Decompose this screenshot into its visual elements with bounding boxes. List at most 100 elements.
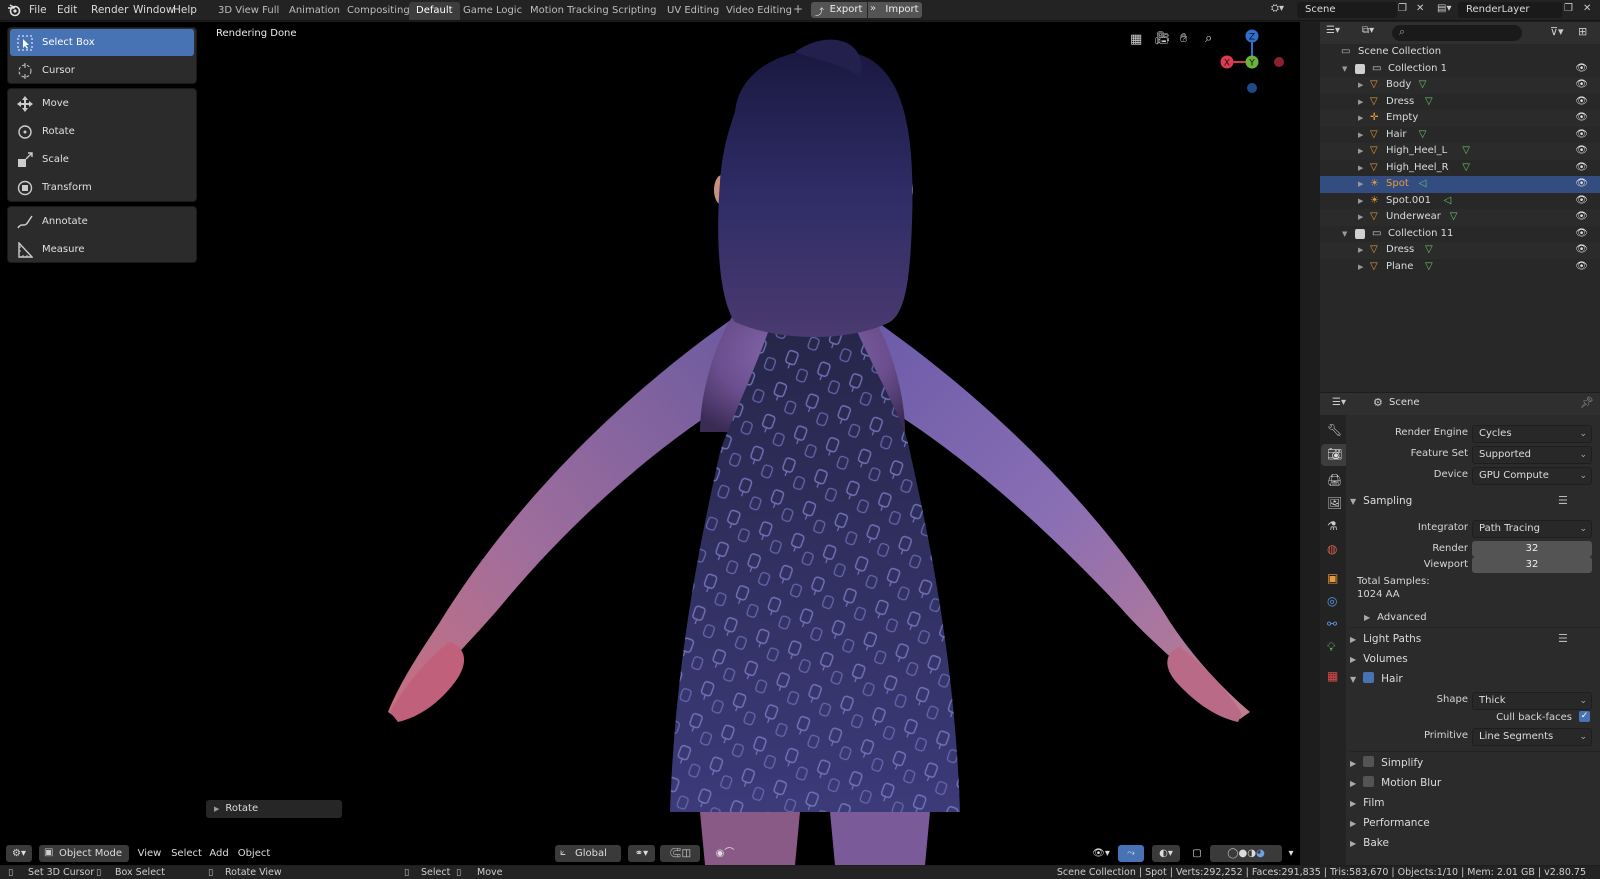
outliner-object-row[interactable]: ▶ ▽ Plane ▽ 👁︎: [1320, 259, 1600, 276]
view-layer-tab-icon[interactable]: 🖼︎: [1327, 496, 1342, 510]
tool-transform[interactable]: Transform: [10, 174, 194, 201]
visibility-selectability-icon[interactable]: 👁︎▾: [1087, 845, 1115, 862]
outliner-object-row[interactable]: ▶ ▽ Body ▽ 👁︎: [1320, 77, 1600, 94]
volumes-panel-header[interactable]: ▶ Volumes: [1350, 649, 1590, 669]
visibility-eye-icon[interactable]: 👁︎: [1575, 110, 1588, 127]
pan-view-hand-icon[interactable]: ✋︎: [1180, 31, 1187, 46]
expand-arrow-icon[interactable]: ▶: [1358, 77, 1363, 94]
display-mode-icon[interactable]: ⧉▾: [1362, 25, 1374, 36]
object-tab-icon[interactable]: ▣: [1327, 571, 1338, 585]
outliner-collection-row[interactable]: ▼ ▭ Collection 1 👁︎: [1320, 61, 1600, 78]
visibility-eye-icon[interactable]: 👁︎: [1575, 77, 1588, 94]
outliner-object-row[interactable]: ▶ ☀ Spot ◁ 👁︎: [1320, 176, 1600, 193]
menu-help[interactable]: Help: [173, 3, 197, 18]
tool-move[interactable]: Move: [10, 90, 194, 117]
tool-scale[interactable]: Scale: [10, 146, 194, 173]
toggle-camera-view-grid-icon[interactable]: ▦: [1130, 32, 1142, 47]
add-workspace-button[interactable]: +: [793, 2, 803, 17]
visibility-eye-icon[interactable]: 👁︎: [1575, 143, 1588, 160]
menu-add[interactable]: Add: [208, 845, 230, 862]
tool-rotate[interactable]: Rotate: [10, 118, 194, 145]
blender-logo-icon[interactable]: [7, 3, 21, 17]
expand-arrow-icon[interactable]: ▶: [1358, 94, 1363, 111]
expand-arrow-icon[interactable]: ▼: [1342, 61, 1347, 78]
menu-select[interactable]: Select: [170, 845, 203, 862]
outliner-collection-row[interactable]: ▼ ▭ Collection 11 👁︎: [1320, 226, 1600, 243]
tab-scripting[interactable]: Scripting: [605, 2, 663, 20]
tab-compositing[interactable]: Compositing: [340, 2, 417, 20]
view-layer-delete-icon[interactable]: ✕: [1583, 3, 1591, 14]
gizmo-neg-x-axis[interactable]: [1274, 57, 1284, 67]
tool-cursor[interactable]: Cursor: [10, 57, 194, 84]
outliner-object-row[interactable]: ▶ ▽ Dress ▽ 👁︎: [1320, 94, 1600, 111]
visibility-eye-icon[interactable]: 👁︎: [1575, 127, 1588, 144]
tool-tab-icon[interactable]: 🔧︎: [1327, 423, 1342, 437]
visibility-eye-icon[interactable]: 👁︎: [1575, 160, 1588, 177]
scene-browse-icon[interactable]: ⛭▾: [1271, 3, 1295, 18]
scene-tab-icon[interactable]: ⚗︎: [1327, 519, 1338, 533]
simplify-checkbox[interactable]: [1363, 756, 1375, 767]
visibility-eye-icon[interactable]: 👁︎: [1575, 94, 1588, 111]
tab-animation[interactable]: Animation: [282, 2, 347, 20]
viewport-samples-field[interactable]: 32: [1472, 557, 1592, 573]
outliner-object-row[interactable]: ▶ ▽ High_Heel_L ▽ 👁︎: [1320, 143, 1600, 160]
presets-list-icon[interactable]: ☰: [1558, 494, 1568, 507]
mesh-data-icon[interactable]: ▽: [1425, 242, 1433, 259]
mesh-data-icon[interactable]: ▽: [1450, 209, 1458, 226]
render-samples-field[interactable]: 32: [1472, 541, 1592, 557]
expand-arrow-icon[interactable]: ▼: [1342, 226, 1347, 243]
hair-shape-dropdown[interactable]: Thick ⌄: [1472, 692, 1592, 710]
properties-editor-type-icon[interactable]: ☰▾: [1332, 397, 1346, 408]
tab-video-editing[interactable]: Video Editing: [719, 2, 799, 20]
tool-select-box[interactable]: Select Box: [10, 29, 194, 56]
expand-arrow-icon[interactable]: ▶: [1358, 110, 1363, 127]
view-layer-field[interactable]: RenderLayer: [1458, 2, 1562, 18]
visibility-eye-icon[interactable]: 👁︎: [1575, 61, 1588, 78]
tool-annotate[interactable]: Annotate: [10, 208, 194, 235]
menu-object[interactable]: Object: [236, 845, 272, 862]
tab-uv-editing[interactable]: UV Editing: [660, 2, 726, 20]
outliner-search-input[interactable]: ⌕: [1392, 25, 1522, 41]
collection-checkbox[interactable]: [1355, 228, 1365, 239]
zoom-view-icon[interactable]: ⌕: [1205, 31, 1212, 46]
filter-icon[interactable]: ⊽▾: [1550, 25, 1564, 38]
pivot-point-icon[interactable]: ⚭▾: [628, 845, 655, 862]
outliner-object-row[interactable]: ▶ ▽ Dress ▽ 👁︎: [1320, 242, 1600, 259]
show-overlays-icon[interactable]: ◐▾: [1152, 845, 1180, 862]
simplify-panel-header[interactable]: ▶ Simplify: [1350, 753, 1590, 773]
wireframe-shading-icon[interactable]: ◯: [1227, 848, 1238, 859]
mesh-data-icon[interactable]: ▽: [1419, 127, 1427, 144]
sampling-panel-header[interactable]: ▼ Sampling: [1350, 491, 1590, 511]
outliner-object-row[interactable]: ▶ ✛ Empty 👁︎: [1320, 110, 1600, 127]
mesh-data-icon[interactable]: ▽: [1425, 259, 1433, 276]
editor-type-icon[interactable]: ⚙▾: [6, 845, 32, 862]
show-gizmo-icon[interactable]: ⤳: [1118, 845, 1144, 862]
navigation-gizmo[interactable]: Z X Y: [1218, 27, 1288, 97]
menu-render[interactable]: Render: [91, 3, 128, 18]
texture-tab-icon[interactable]: ▦: [1327, 669, 1338, 683]
tab-game-logic[interactable]: Game Logic: [456, 2, 529, 20]
expand-arrow-icon[interactable]: ▶: [1358, 209, 1363, 226]
outliner-object-row[interactable]: ▶ ▽ Hair ▽ 👁︎: [1320, 127, 1600, 144]
tab-motion-tracking[interactable]: Motion Tracking: [523, 2, 616, 20]
menu-view[interactable]: View: [135, 845, 164, 862]
outliner-object-row[interactable]: ▶ ☀ Spot.001 ◁ 👁︎: [1320, 193, 1600, 210]
material-shading-icon[interactable]: ◑: [1247, 848, 1256, 859]
motion-blur-panel-header[interactable]: ▶ Motion Blur: [1350, 773, 1590, 793]
view-layer-copy-icon[interactable]: ❐: [1564, 3, 1573, 14]
light-data-icon[interactable]: ◁: [1444, 193, 1452, 210]
expand-arrow-icon[interactable]: ▶: [1358, 143, 1363, 160]
shading-options-icon[interactable]: ▾: [1285, 845, 1297, 862]
performance-panel-header[interactable]: ▶ Performance: [1350, 813, 1590, 833]
tab-3d-view-full[interactable]: 3D View Full: [211, 2, 286, 20]
proportional-editing-icon[interactable]: ◉⌒: [705, 845, 745, 862]
snap-toggle-icon[interactable]: 🧲︎◫: [660, 845, 700, 862]
render-tab[interactable]: 📷︎: [1321, 444, 1346, 466]
shading-mode-buttons[interactable]: ◯●◑◕: [1210, 845, 1282, 862]
new-collection-icon[interactable]: ⊞: [1578, 25, 1587, 38]
render-engine-dropdown[interactable]: Cycles ⌄: [1472, 425, 1592, 443]
solid-shading-icon[interactable]: ●: [1239, 848, 1248, 859]
hair-enable-checkbox[interactable]: [1363, 672, 1375, 683]
tab-default[interactable]: Default: [409, 2, 460, 20]
mesh-data-icon[interactable]: ▽: [1462, 160, 1470, 177]
